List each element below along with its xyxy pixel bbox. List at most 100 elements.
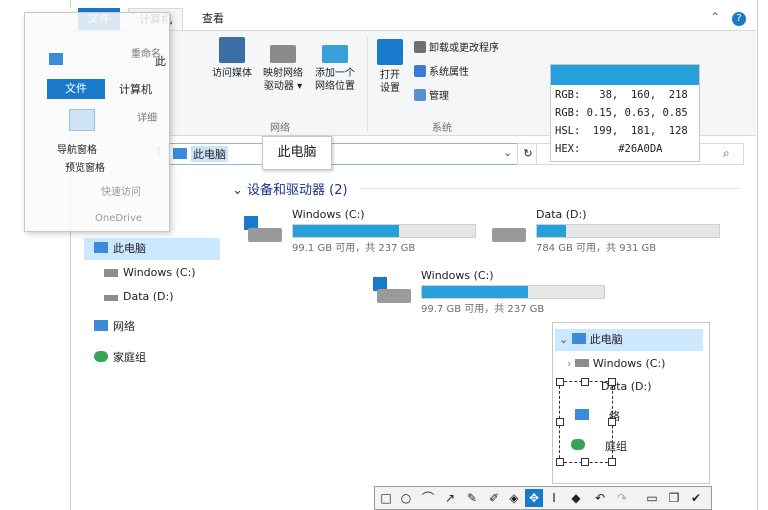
system-props-label: 系统属性 [429,67,469,78]
magnified-tree-view: ⌄ 此电脑 › Windows (C:) Data (D:) 络 庭组 [552,322,710,484]
rgb-float-value: RGB: 0.15, 0.63, 0.85 [555,107,688,119]
resize-handle[interactable] [556,378,564,386]
address-dropdown-icon[interactable]: ⌄ [503,146,512,159]
open-settings-label-1: 打开 [380,70,400,81]
access-media-label: 访问媒体 [212,68,252,79]
nav-item-data-d[interactable]: Data (D:) [104,287,174,307]
arrow-tool-icon[interactable]: ↗ [441,489,459,507]
redo-icon[interactable]: ↷ [613,489,631,507]
overlay-tab-computer[interactable]: 计算机 [119,81,152,97]
manage-label: 管理 [429,91,449,102]
drive-usage-bar [536,224,720,238]
uninstall-program-button[interactable]: 卸载或更改程序 [414,41,499,57]
nav-this-pc-label: 此电脑 [113,242,146,255]
resize-handle[interactable] [556,418,564,426]
pencil-tool-icon[interactable]: ✎ [463,489,481,507]
map-network-drive-button[interactable]: 映射网络 驱动器 ▾ [258,41,308,93]
network-icon [94,320,108,331]
drive-tile[interactable]: Data (D:) 784 GB 可用，共 931 GB [488,208,728,254]
nav-network-label: 网络 [113,320,135,333]
address-bar[interactable]: 此电脑 ⌄ [168,143,520,165]
drive-usage-fill [537,225,567,237]
uninstall-label: 卸载或更改程序 [429,43,499,54]
resize-handle[interactable] [581,458,589,466]
drive-name: Data (D:) [536,208,587,221]
tree-windows-c-label: Windows (C:) [592,357,666,370]
overlay-onedrive: OneDrive [95,213,143,224]
computer-icon [571,333,586,344]
nav-data-d-label: Data (D:) [123,290,174,303]
overlay-tab-file[interactable]: 文件 [47,79,105,99]
address-tooltip: 此电脑 [262,136,332,170]
drive-usage-fill [293,225,399,237]
color-swatch [551,65,699,85]
gear-icon [377,39,403,65]
open-settings-label-2: 设置 [380,83,400,94]
hex-value: HEX: #26A0DA [555,143,663,155]
ribbon-tab-bar: 文件 计算机 查看 ⌃ ? [70,8,756,31]
system-group-label: 系统 [432,123,452,134]
manage-button[interactable]: 管理 [414,89,449,105]
marker-tool-icon[interactable]: ✐ [485,489,503,507]
open-settings-button[interactable]: 打开 设置 [372,39,408,95]
copy-icon[interactable]: ❐ [665,489,683,507]
tree-item-this-pc[interactable]: ⌄ 此电脑 [559,330,623,350]
drive-icon [104,295,118,301]
tab-view[interactable]: 查看 [192,8,234,30]
drive-icon [104,269,118,277]
media-server-icon [219,37,245,63]
drive-tile[interactable]: Windows (C:) 99.1 GB 可用，共 237 GB [244,208,484,254]
drive-tile[interactable]: Windows (C:) 99.7 GB 可用，共 237 GB [373,269,613,315]
windows-drive-icon [244,216,284,244]
nav-item-windows-c[interactable]: Windows (C:) [104,263,196,283]
overlay-quick-access: 快速访问 [101,187,141,198]
nav-item-homegroup[interactable]: 家庭组 [94,348,146,368]
text-tool-icon[interactable]: I [545,489,563,507]
overlay-window: 此 文件 计算机 重命名 详细 导航窗格 预览窗格 快速访问 OneDrive [24,12,170,232]
save-icon[interactable]: ▭ [643,489,661,507]
computer-icon [49,53,63,65]
add-network-location-button[interactable]: 添加一个 网络位置 [310,41,360,93]
add-location-label-2: 网络位置 [315,81,355,92]
system-properties-button[interactable]: 系统属性 [414,65,469,81]
nav-item-network[interactable]: 网络 [94,317,135,337]
confirm-icon[interactable]: ✔ [687,489,705,507]
drive-icon [574,359,589,367]
selection-rectangle[interactable] [559,381,613,463]
collapse-ribbon-icon[interactable]: ⌃ [710,10,720,24]
drive-usage-fill [422,286,528,298]
homegroup-icon [94,351,108,362]
resize-handle[interactable] [581,378,589,386]
overlay-rename: 重命名 [131,49,161,60]
nav-item-this-pc[interactable]: 此电脑 [94,239,146,259]
undo-icon[interactable]: ↶ [591,489,609,507]
rgb-int-value: RGB: 38, 160, 218 [555,89,688,101]
curve-tool-icon[interactable]: ⌒ [419,489,437,507]
mosaic-tool-icon[interactable]: ◈ [505,489,523,507]
network-group-label: 网络 [270,123,290,134]
resize-handle[interactable] [556,458,564,466]
add-location-label-1: 添加一个 [315,68,355,79]
resize-handle[interactable] [608,378,616,386]
manage-icon [414,89,426,101]
tree-item-windows-c[interactable]: › Windows (C:) [567,354,665,374]
drive-usage-bar [292,224,476,238]
resize-handle[interactable] [608,458,616,466]
access-media-button[interactable]: 访问媒体 [206,37,258,80]
search-icon: ⌕ [723,146,730,160]
resize-handle[interactable] [608,418,616,426]
help-icon[interactable]: ? [732,12,746,26]
move-tool-icon[interactable]: ✥ [525,489,543,507]
map-drive-label-1: 映射网络 [263,68,303,79]
system-icon [414,65,426,77]
network-drive-icon [270,45,296,63]
rectangle-tool-icon[interactable]: □ [377,489,395,507]
eraser-tool-icon[interactable]: ◆ [567,489,585,507]
overlay-preview-pane: 预览窗格 [65,163,105,174]
ellipse-tool-icon[interactable]: ○ [397,489,415,507]
nav-pane-icon [69,109,95,131]
devices-group-header[interactable]: ⌄ 设备和驱动器 (2) [232,179,348,198]
ribbon-separator [367,37,368,131]
color-picker-panel: RGB: 38, 160, 218 RGB: 0.15, 0.63, 0.85 … [550,64,700,162]
overlay-details: 详细 [137,113,157,124]
